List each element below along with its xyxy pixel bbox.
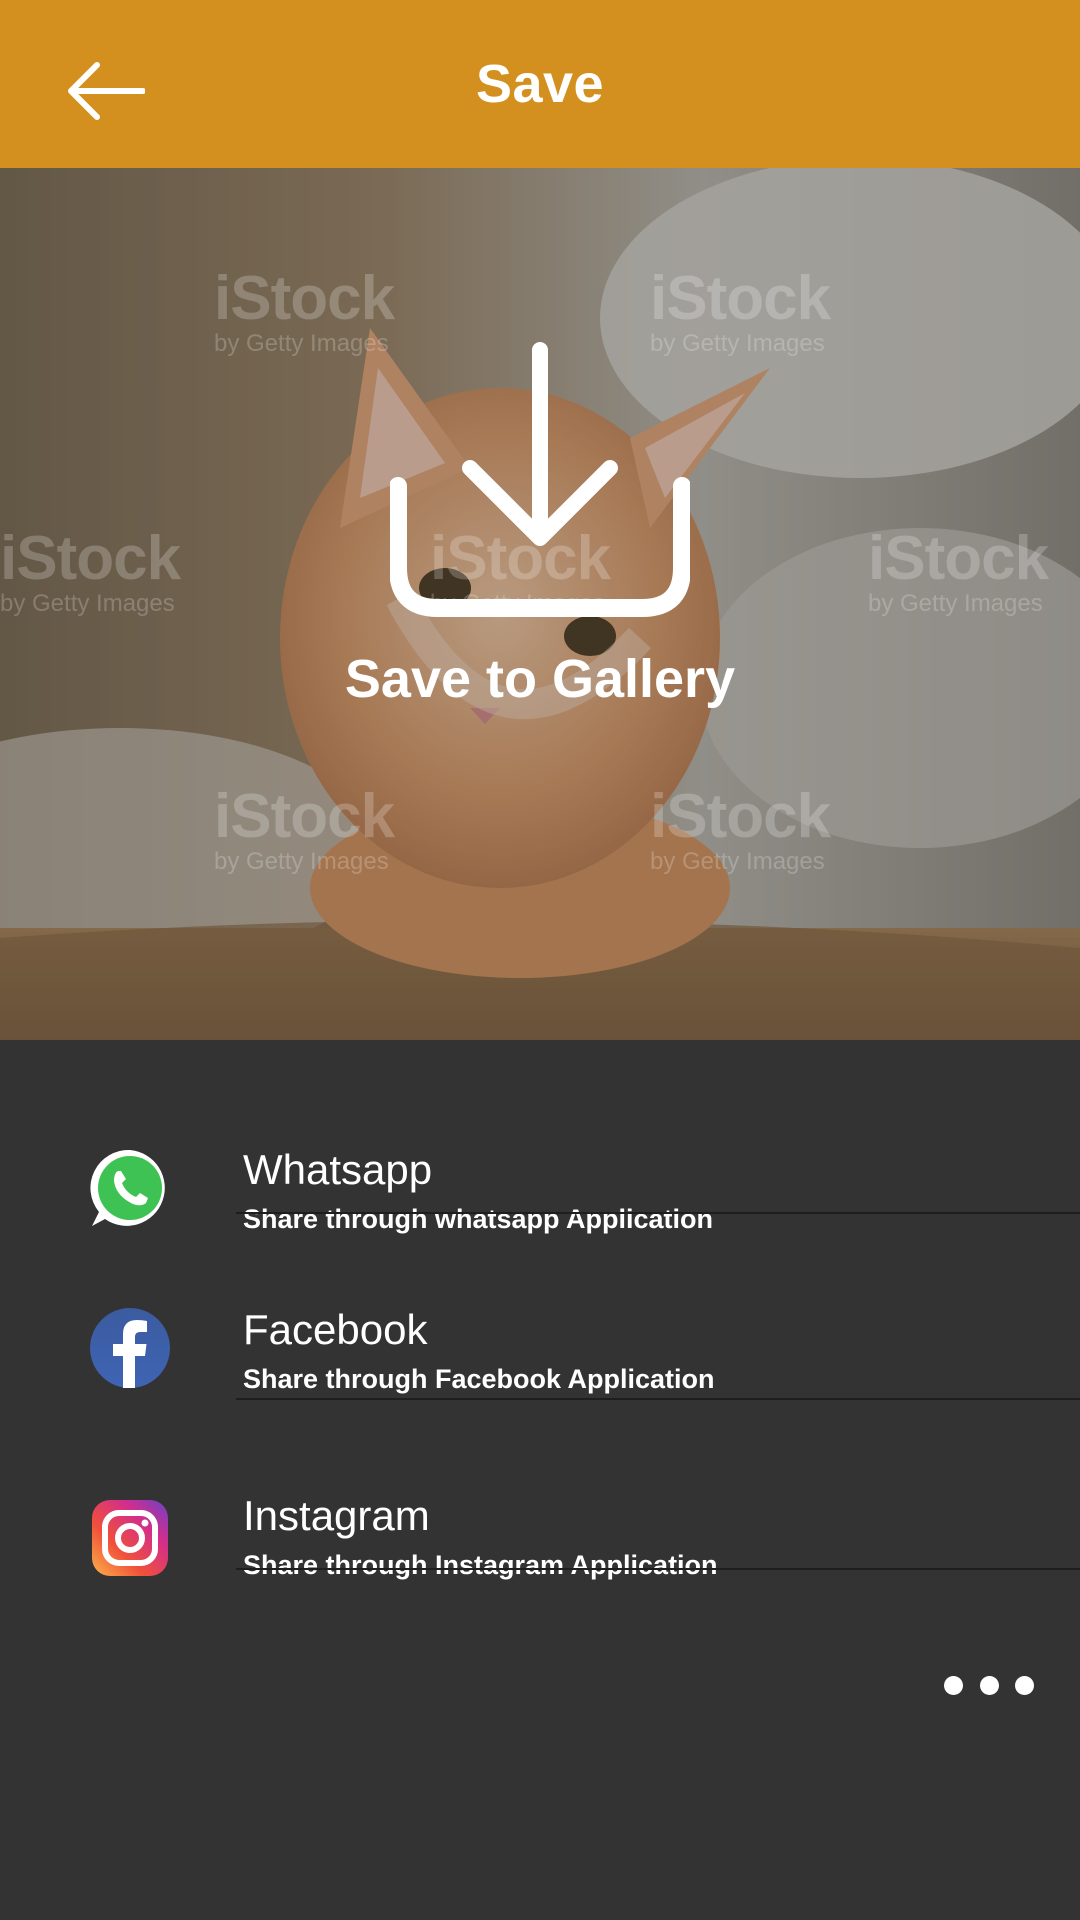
whatsapp-icon <box>90 1149 165 1226</box>
share-row-facebook[interactable]: Facebook Share through Facebook Applicat… <box>0 1260 1080 1400</box>
share-name-facebook: Facebook <box>243 1306 428 1353</box>
page-title: Save <box>475 54 605 114</box>
divider <box>236 1568 1080 1570</box>
divider <box>236 1398 1080 1400</box>
more-horizontal-icon <box>1015 1675 1034 1695</box>
save-to-gallery-button[interactable]: Save to Gallery <box>330 338 750 898</box>
instagram-icon <box>92 1500 168 1576</box>
more-horizontal-icon <box>944 1675 963 1695</box>
share-name-instagram: Instagram <box>243 1492 430 1539</box>
watermark: iStock by Getty Images <box>0 524 181 617</box>
share-name-whatsapp: Whatsapp <box>243 1146 433 1193</box>
watermark: iStock by Getty Images <box>868 524 1049 617</box>
hero-image: iStock by Getty Images iStock by Getty Ima… <box>0 168 1080 1040</box>
more-options-button[interactable] <box>944 1668 1034 1702</box>
divider <box>236 1212 1080 1214</box>
download-icon <box>390 342 690 617</box>
share-row-whatsapp[interactable]: Whatsapp Share through whatsapp Applicat… <box>0 1100 1080 1250</box>
share-desc-instagram: Share through Instagram Application <box>243 1550 718 1580</box>
share-desc-facebook: Share through Facebook Application <box>243 1364 715 1394</box>
app-bar: Save <box>0 0 1080 168</box>
save-to-gallery-label: Save to Gallery <box>344 649 736 709</box>
share-row-instagram[interactable]: Instagram Share through Instagram Applic… <box>0 1446 1080 1586</box>
facebook-icon <box>90 1308 170 1388</box>
more-horizontal-icon <box>979 1675 999 1695</box>
share-desc-whatsapp: Share through whatsapp Application <box>243 1204 714 1234</box>
